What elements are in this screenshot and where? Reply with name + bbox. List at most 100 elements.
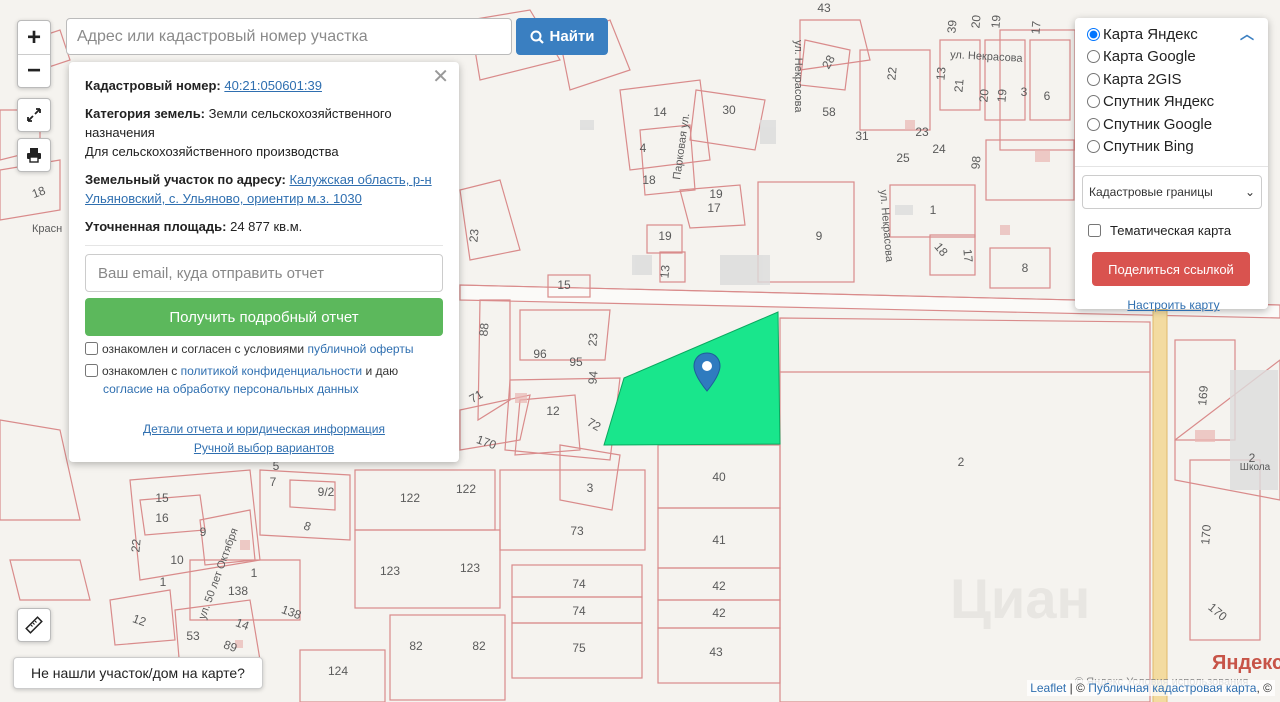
svg-text:17: 17 [960, 248, 975, 263]
svg-text:169: 169 [1195, 385, 1211, 406]
svg-text:9/2: 9/2 [318, 485, 335, 499]
svg-text:3: 3 [1021, 85, 1028, 99]
svg-text:25: 25 [896, 151, 910, 165]
yandex-logo: Яндекс [1212, 652, 1280, 674]
svg-text:96: 96 [533, 347, 547, 361]
email-field[interactable] [85, 254, 443, 292]
data-processing-link[interactable]: согласие на обработку персональных данны… [85, 380, 359, 398]
location-pin-icon[interactable] [693, 352, 721, 392]
svg-text:19: 19 [988, 14, 1003, 29]
layer-radio[interactable] [1087, 27, 1100, 41]
privacy-consent: ознакомлен с политикой конфиденциальност… [85, 362, 443, 380]
layer-radio[interactable] [1087, 72, 1100, 86]
close-icon[interactable]: ✕ [432, 67, 449, 87]
setup-map-link[interactable]: Настроить карту [1087, 298, 1260, 312]
print-button[interactable] [17, 138, 51, 172]
svg-text:74: 74 [572, 604, 586, 618]
cadastral-number-link[interactable]: 40:21:050601:39 [224, 78, 322, 93]
svg-text:Красн: Красн [32, 223, 62, 235]
layer-option-google-map[interactable]: Карта Google [1087, 46, 1260, 69]
thematic-map-toggle[interactable]: Тематическая карта [1084, 221, 1260, 240]
svg-text:3: 3 [587, 481, 594, 495]
svg-text:17: 17 [1028, 20, 1043, 35]
panel-links: Детали отчета и юридическая информация Р… [85, 420, 443, 458]
report-details-link[interactable]: Детали отчета и юридическая информация [85, 420, 443, 439]
layer-option-yandex-satellite[interactable]: Спутник Яндекс [1087, 91, 1260, 114]
offer-link[interactable]: публичной оферты [307, 342, 413, 356]
offer-consent-text: ознакомлен и согласен с условиями публич… [102, 342, 414, 356]
svg-text:53: 53 [186, 629, 200, 643]
layers-panel: ︿ Карта Яндекс Карта Google Карта 2GIS С… [1075, 18, 1268, 312]
get-report-button[interactable]: Получить подробный отчет [85, 298, 443, 336]
svg-text:19: 19 [994, 88, 1009, 103]
layer-option-label: Спутник Bing [1103, 138, 1194, 156]
cadastral-label: Кадастровый номер: [85, 78, 221, 93]
svg-text:123: 123 [460, 561, 480, 575]
svg-text:6: 6 [1044, 89, 1051, 103]
overlay-select[interactable]: Кадастровые границы ⌄ [1082, 175, 1262, 209]
svg-text:40: 40 [712, 470, 726, 484]
address-label: Земельный участок по адресу: [85, 172, 286, 187]
svg-text:20: 20 [976, 88, 991, 103]
area-row: Уточненная площадь: 24 877 кв.м. [85, 217, 443, 236]
svg-text:95: 95 [569, 355, 583, 369]
layer-radio[interactable] [1087, 50, 1100, 64]
ruler-icon [25, 616, 43, 634]
layer-option-bing-satellite[interactable]: Спутник Bing [1087, 136, 1260, 159]
svg-text:31: 31 [855, 129, 869, 143]
svg-text:43: 43 [709, 645, 723, 659]
layer-option-label: Карта Google [1103, 48, 1196, 66]
leaflet-link[interactable]: Leaflet [1030, 681, 1066, 695]
fullscreen-button[interactable] [17, 98, 51, 132]
svg-text:10: 10 [170, 553, 184, 567]
layer-radio[interactable] [1087, 95, 1100, 109]
svg-text:30: 30 [722, 103, 736, 117]
zoom-in-button[interactable]: + [18, 21, 50, 54]
ruler-button[interactable] [17, 608, 51, 642]
privacy-consent-text: ознакомлен с политикой конфиденциальност… [102, 364, 399, 378]
svg-text:39: 39 [944, 19, 959, 34]
zoom-control: + − [17, 20, 51, 88]
svg-text:19: 19 [709, 187, 723, 201]
svg-text:13: 13 [933, 66, 948, 81]
svg-text:1: 1 [160, 575, 167, 589]
privacy-consent-checkbox[interactable] [85, 364, 98, 377]
layer-option-2gis-map[interactable]: Карта 2GIS [1087, 68, 1260, 91]
privacy-policy-link[interactable]: политикой конфиденциальности [181, 364, 362, 378]
svg-text:21: 21 [951, 78, 966, 93]
chevron-up-icon[interactable]: ︿ [1240, 24, 1254, 44]
svg-text:42: 42 [712, 579, 726, 593]
search-input[interactable] [66, 18, 512, 55]
zoom-out-button[interactable]: − [18, 54, 50, 87]
svg-text:1: 1 [251, 566, 258, 580]
offer-consent-checkbox[interactable] [85, 342, 98, 355]
svg-text:19: 19 [658, 229, 672, 243]
svg-text:17: 17 [707, 201, 721, 215]
svg-text:15: 15 [557, 278, 571, 292]
layer-option-yandex-map[interactable]: Карта Яндекс [1087, 23, 1260, 46]
svg-text:ул. Некрасова: ул. Некрасова [792, 40, 804, 113]
not-found-button[interactable]: Не нашли участок/дом на карте? [13, 657, 263, 689]
layer-option-google-satellite[interactable]: Спутник Google [1087, 113, 1260, 136]
svg-text:122: 122 [456, 482, 476, 496]
manual-select-link[interactable]: Ручной выбор вариантов [85, 439, 443, 458]
layer-radio[interactable] [1087, 117, 1100, 131]
svg-text:8: 8 [1022, 261, 1029, 275]
svg-text:82: 82 [409, 639, 423, 653]
attribution-tail: , © [1256, 681, 1272, 695]
svg-text:13: 13 [657, 264, 672, 279]
data-consent-line: согласие на обработку персональных данны… [85, 380, 443, 398]
svg-text:4: 4 [640, 141, 647, 155]
svg-text:43: 43 [817, 1, 831, 15]
share-link-button[interactable]: Поделиться ссылкой [1092, 252, 1250, 286]
search-button[interactable]: Найти [516, 18, 608, 55]
pkk-link[interactable]: Публичная кадастровая карта [1088, 681, 1256, 695]
thematic-map-checkbox[interactable] [1088, 224, 1101, 237]
svg-text:2: 2 [958, 455, 965, 469]
svg-text:41: 41 [712, 533, 726, 547]
search-button-label: Найти [549, 28, 595, 45]
svg-text:138: 138 [228, 584, 248, 598]
layer-radio[interactable] [1087, 140, 1100, 154]
svg-text:88: 88 [476, 322, 491, 337]
svg-text:24: 24 [932, 142, 946, 156]
